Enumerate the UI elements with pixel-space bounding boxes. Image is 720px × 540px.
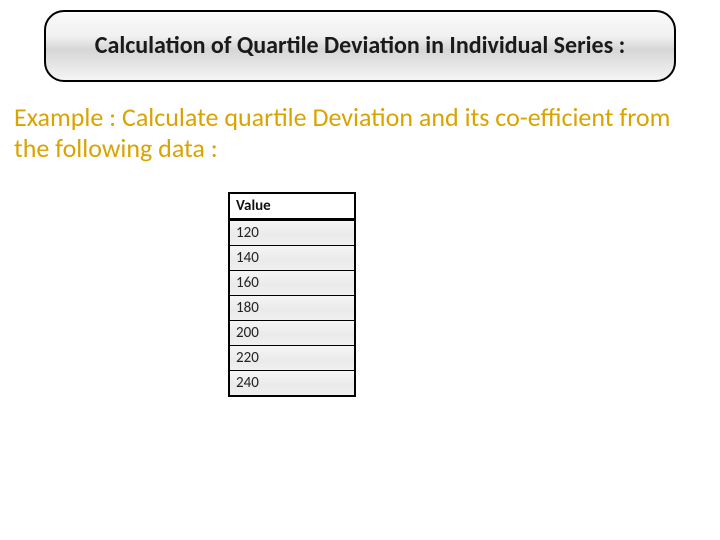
table-row: 140 <box>230 245 354 270</box>
table-header: Value <box>230 194 354 220</box>
table-row: 200 <box>230 320 354 345</box>
page-title: Calculation of Quartile Deviation in Ind… <box>95 32 625 60</box>
value-table: Value 120 140 160 180 200 220 240 <box>228 192 356 397</box>
example-text: Example : Calculate quartile Deviation a… <box>14 102 700 163</box>
table-row: 160 <box>230 270 354 295</box>
title-banner: Calculation of Quartile Deviation in Ind… <box>44 10 676 82</box>
table-row: 180 <box>230 295 354 320</box>
table-row: 120 <box>230 220 354 245</box>
table-row: 240 <box>230 370 354 395</box>
table-row: 220 <box>230 345 354 370</box>
